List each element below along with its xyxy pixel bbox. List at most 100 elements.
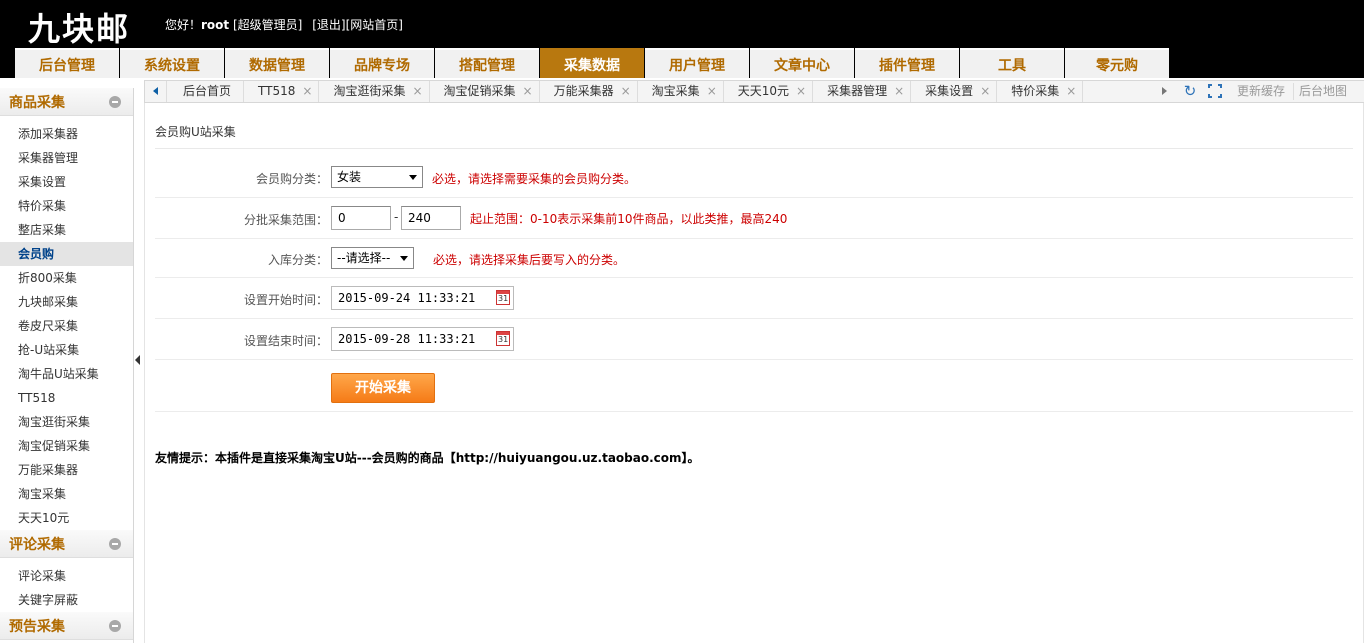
sidebar-group-header[interactable]: 预告采集: [0, 612, 133, 640]
collapse-icon[interactable]: [109, 620, 121, 632]
tab-bar: 后台首页 TT518 × 淘宝逛街采集 × 淘宝促销采集 × 万能采集器 × 淘宝采集 × 天天10元…: [144, 80, 1364, 103]
tab-item[interactable]: TT518 ×: [244, 81, 320, 102]
main-nav-item[interactable]: 数据管理: [225, 48, 329, 78]
sidebar-item[interactable]: 采集设置: [0, 170, 133, 194]
sidebar-item[interactable]: 淘牛品U站采集: [0, 362, 133, 386]
main-nav-item[interactable]: 采集数据: [540, 48, 644, 78]
store-category-select[interactable]: --请选择--: [331, 247, 414, 269]
tab-item[interactable]: 万能采集器 ×: [540, 81, 638, 102]
main-nav-item[interactable]: 文章中心: [750, 48, 854, 78]
close-icon[interactable]: ×: [707, 84, 717, 98]
start-time-input[interactable]: 2015-09-24 11:33:21: [331, 286, 514, 310]
tab-label: 淘宝逛街采集: [333, 84, 406, 98]
sidebar-group-header[interactable]: 评论采集: [0, 530, 133, 558]
range-to-input[interactable]: 240: [401, 206, 461, 230]
tab-label: 天天10元: [737, 84, 790, 98]
tab-label: TT518: [258, 84, 296, 98]
tab-label: 采集设置: [925, 84, 974, 98]
main-nav-item[interactable]: 用户管理: [645, 48, 749, 78]
sidebar-item[interactable]: 万能采集器: [0, 458, 133, 482]
sidebar-item[interactable]: 抢-U站采集: [0, 338, 133, 362]
range-dash: -: [394, 210, 399, 224]
calendar-icon[interactable]: [496, 331, 510, 346]
close-icon[interactable]: ×: [1066, 84, 1076, 98]
range-from-input[interactable]: 0: [331, 206, 391, 230]
chevron-down-icon: [409, 175, 417, 180]
site-logo: 九块邮: [28, 10, 131, 48]
start-collect-button[interactable]: 开始采集: [331, 373, 435, 403]
tab-scroll-right-icon[interactable]: [1153, 81, 1175, 102]
category-row: 会员购分类： 女装 必选，请选择需要采集的会员购分类。: [155, 153, 1353, 198]
sidebar-item[interactable]: 淘宝促销采集: [0, 434, 133, 458]
sidebar-group-header[interactable]: 商品采集: [0, 88, 133, 116]
sidebar-item[interactable]: 卷皮尺采集: [0, 314, 133, 338]
tab-item[interactable]: 淘宝逛街采集 ×: [319, 81, 430, 102]
main-nav-item[interactable]: 品牌专场: [330, 48, 434, 78]
tab-label: 淘宝促销采集: [443, 84, 516, 98]
refresh-icon[interactable]: ↻: [1182, 83, 1198, 99]
sidebar-item[interactable]: 九块邮采集: [0, 290, 133, 314]
tab-item[interactable]: 特价采集 ×: [997, 81, 1084, 102]
greeting-text: 您好！: [165, 18, 202, 32]
tab-item[interactable]: 天天10元 ×: [724, 81, 814, 102]
logout-link[interactable]: [退出]: [312, 18, 345, 32]
start-time-value: 2015-09-24 11:33:21: [338, 291, 476, 305]
range-row: 分批采集范围： 0 - 240 起止范围：0-10表示采集前10件商品，以此类推…: [155, 198, 1353, 239]
close-icon[interactable]: ×: [302, 84, 312, 98]
sidebar-item[interactable]: 会员购: [0, 242, 133, 266]
close-icon[interactable]: ×: [412, 84, 422, 98]
sidebar-collapse-handle-icon[interactable]: [135, 355, 140, 365]
main-nav-item[interactable]: 系统设置: [120, 48, 224, 78]
close-icon[interactable]: ×: [621, 84, 631, 98]
sidebar-item[interactable]: 淘宝逛街采集: [0, 410, 133, 434]
close-icon[interactable]: ×: [523, 84, 533, 98]
page-title: 会员购U站采集: [155, 125, 236, 139]
range-tip: 起止范围：0-10表示采集前10件商品，以此类推，最高240: [470, 212, 788, 226]
tab-item[interactable]: 采集器管理 ×: [813, 81, 912, 102]
close-icon[interactable]: ×: [980, 84, 990, 98]
tab-item[interactable]: 淘宝采集 ×: [638, 81, 724, 102]
category-label: 会员购分类：: [255, 172, 328, 186]
collapse-icon[interactable]: [109, 96, 121, 108]
sidebar-item[interactable]: 关键字屏蔽: [0, 588, 133, 612]
start-time-label: 设置开始时间：: [243, 293, 328, 307]
sidebar-item[interactable]: 折800采集: [0, 266, 133, 290]
tab-item[interactable]: 采集设置 ×: [911, 81, 998, 102]
site-map-button[interactable]: 后台地图: [1293, 83, 1352, 100]
end-time-label: 设置结束时间：: [243, 334, 328, 348]
sidebar-item[interactable]: 特价采集: [0, 194, 133, 218]
store-category-tip: 必选，请选择采集后要写入的分类。: [433, 253, 626, 267]
sidebar-item[interactable]: 天天10元: [0, 506, 133, 530]
sidebar-item[interactable]: 添加采集器: [0, 122, 133, 146]
main-nav-item[interactable]: 后台管理: [15, 48, 119, 78]
end-time-input[interactable]: 2015-09-28 11:33:21: [331, 327, 514, 351]
site-home-link[interactable]: [网站首页]: [346, 18, 403, 32]
store-category-row: 入库分类： --请选择-- 必选，请选择采集后要写入的分类。: [155, 239, 1353, 278]
close-icon[interactable]: ×: [796, 84, 806, 98]
main-nav-item[interactable]: 插件管理: [855, 48, 959, 78]
main-nav-item[interactable]: 搭配管理: [435, 48, 539, 78]
tab-scroll-left-icon[interactable]: [145, 81, 167, 102]
open-tabs: 后台首页 TT518 × 淘宝逛街采集 × 淘宝促销采集 × 万能采集器 × 淘宝采集 × 天天10元…: [168, 81, 1084, 102]
sidebar-item[interactable]: 评论采集: [0, 564, 133, 588]
sidebar-item[interactable]: 采集器管理: [0, 146, 133, 170]
tab-home[interactable]: 后台首页: [168, 81, 245, 102]
clear-cache-button[interactable]: 更新缓存: [1232, 83, 1290, 100]
category-select[interactable]: 女装: [331, 166, 423, 188]
end-time-row: 设置结束时间： 2015-09-28 11:33:21: [155, 319, 1353, 360]
fullscreen-icon[interactable]: [1208, 84, 1222, 98]
sidebar-item[interactable]: 整店采集: [0, 218, 133, 242]
sidebar-item[interactable]: 淘宝采集: [0, 482, 133, 506]
main-nav-item[interactable]: 工具: [960, 48, 1064, 78]
main-nav: 后台管理 系统设置 数据管理 品牌专场 搭配管理 采集数据 用户管理 文章中心 插件管理 工具 零元…: [15, 48, 1170, 78]
sidebar-item[interactable]: TT518: [0, 386, 133, 410]
start-time-row: 设置开始时间： 2015-09-24 11:33:21: [155, 278, 1353, 319]
store-category-selected-value: --请选择--: [337, 251, 391, 265]
close-icon[interactable]: ×: [894, 84, 904, 98]
collapse-icon[interactable]: [109, 538, 121, 550]
tab-item[interactable]: 淘宝促销采集 ×: [430, 81, 540, 102]
store-category-label: 入库分类：: [267, 253, 328, 267]
main-nav-item[interactable]: 零元购: [1065, 48, 1169, 78]
sidebar-group-title: 预告采集: [9, 619, 65, 635]
calendar-icon[interactable]: [496, 290, 510, 305]
